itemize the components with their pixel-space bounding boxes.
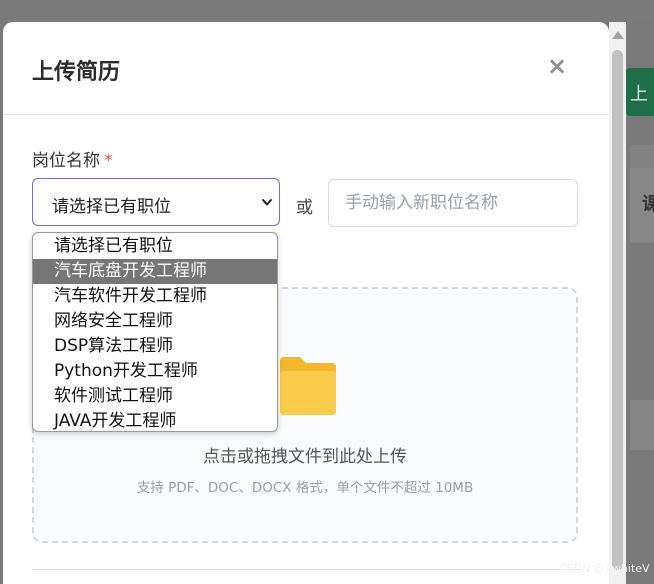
dropdown-option[interactable]: 汽车软件开发工程师 <box>33 284 277 309</box>
watermark: CSDN @AwhiteV <box>559 562 650 575</box>
footer-divider <box>32 569 580 570</box>
scrollbar-thumb[interactable] <box>612 50 623 570</box>
modal-header: 上传简历 × <box>3 22 609 115</box>
dropdown-option[interactable]: Python开发工程师 <box>33 359 277 384</box>
upload-format-hint: 支持 PDF、DOC、DOCX 格式，单个文件不超过 10MB <box>136 480 474 496</box>
manual-position-input[interactable] <box>328 179 578 227</box>
scroll-up-arrow-icon[interactable] <box>612 31 624 39</box>
position-dropdown-list: 请选择已有职位 汽车底盘开发工程师 汽车软件开发工程师 网络安全工程师 DSP算法工程师… <box>32 232 278 432</box>
dropdown-option[interactable]: 汽车底盘开发工程师 <box>33 259 277 284</box>
background-panel <box>630 145 654 169</box>
dropdown-option[interactable]: 请选择已有职位 <box>33 234 277 259</box>
position-name-label: 岗位名称 * <box>32 146 113 171</box>
page-overlay-top <box>0 0 654 22</box>
close-button[interactable]: × <box>546 52 568 80</box>
position-select[interactable]: 请选择已有职位 <box>32 178 280 226</box>
dropdown-option[interactable]: 软件测试工程师 <box>33 384 277 409</box>
background-panel <box>630 400 654 450</box>
folder-icon <box>280 357 336 415</box>
position-name-label-text: 岗位名称 <box>32 151 100 171</box>
dropdown-option[interactable]: JAVA开发工程师 <box>33 409 277 431</box>
chevron-down-icon <box>262 199 272 206</box>
close-icon: × <box>546 52 568 80</box>
upload-instruction: 点击或拖拽文件到此处上传 <box>203 447 407 467</box>
background-upload-label: 上 <box>630 84 648 105</box>
or-separator: 或 <box>296 198 313 218</box>
modal-title: 上传简历 <box>32 60 121 85</box>
dropdown-option[interactable]: 网络安全工程师 <box>33 309 277 334</box>
background-panel-label: 课 <box>642 194 654 215</box>
dropdown-option[interactable]: DSP算法工程师 <box>33 334 277 359</box>
position-select-value: 请选择已有职位 <box>52 197 171 217</box>
required-marker: * <box>104 151 113 171</box>
